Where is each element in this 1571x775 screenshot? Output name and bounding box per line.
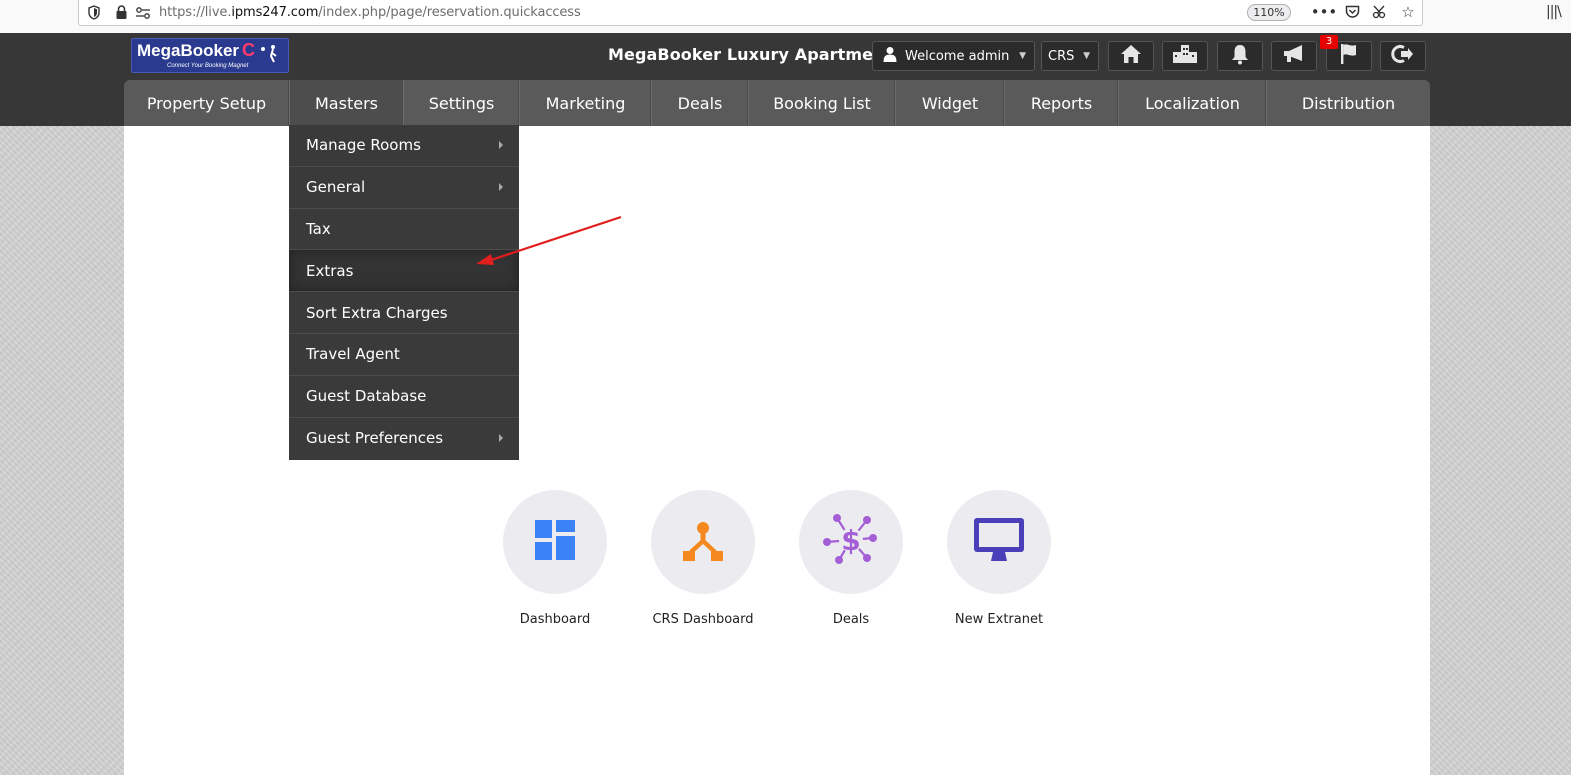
annotation-arrow xyxy=(476,215,622,265)
